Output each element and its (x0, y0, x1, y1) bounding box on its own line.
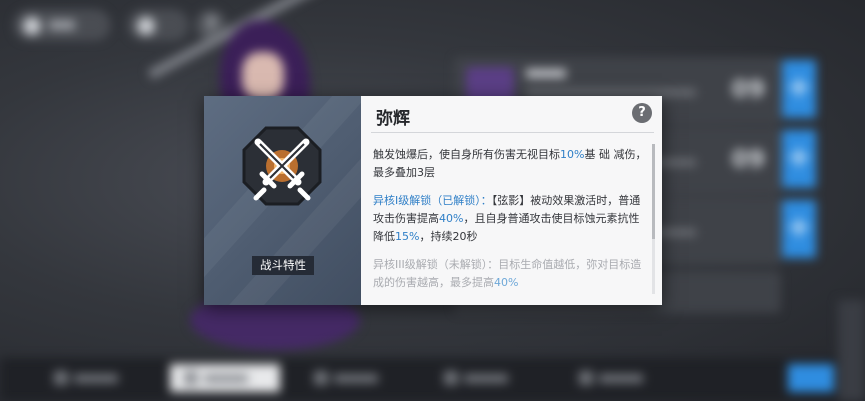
nav-tab-icon (184, 371, 198, 385)
upgrade-button[interactable]: + (782, 200, 816, 258)
text-segment: 触发蚀爆后，使自身所有伤害无视目标 (373, 148, 560, 161)
skill-level: 09 (731, 75, 765, 103)
nav-tab-icon (54, 371, 68, 385)
character-face (242, 52, 284, 100)
nav-tab-4[interactable] (430, 364, 540, 392)
highlight-value: 15% (395, 230, 420, 243)
nav-tab-icon (579, 371, 593, 385)
nav-tab-label (464, 374, 508, 383)
trait-description: 触发蚀爆后，使自身所有伤害无视目标10%基 础 减伤，最多叠加3层 异核I级解锁… (373, 146, 649, 302)
nav-tab-label (204, 374, 248, 383)
home-button[interactable] (128, 10, 188, 40)
home-icon (137, 17, 155, 35)
side-strip (838, 300, 865, 401)
nav-tab-1[interactable] (40, 364, 150, 392)
nav-tab-icon (314, 371, 328, 385)
confirm-button[interactable] (788, 364, 834, 392)
unlock-heading: 异核I级解锁（已解锁）： (373, 194, 492, 207)
back-icon (23, 17, 41, 35)
trait-icon-panel: 战斗特性 (204, 96, 361, 305)
back-button[interactable] (14, 10, 110, 40)
trait-detail-panel: 弥辉 ? 触发蚀爆后，使自身所有伤害无视目标10%基 础 减伤，最多叠加3层 异… (361, 96, 662, 305)
nav-tab-icon (444, 371, 458, 385)
upgrade-button[interactable]: + (782, 60, 816, 118)
highlight-value: 10% (560, 148, 585, 161)
skill-desc (526, 89, 696, 96)
trait-modal: 战斗特性 弥辉 ? 触发蚀爆后，使自身所有伤害无视目标10%基 础 减伤，最多叠… (204, 96, 662, 305)
trait-base-effect: 触发蚀爆后，使自身所有伤害无视目标10%基 础 减伤，最多叠加3层 (373, 146, 649, 182)
crossed-swords-icon (242, 126, 322, 206)
help-icon[interactable]: ? (632, 103, 652, 123)
back-label (49, 20, 75, 30)
trait-unlock-3: 异核III级解锁（未解锁）：目标生命值越低，弥对目标造成的伤害越高，最多提高40… (373, 256, 649, 292)
nav-tab-3[interactable] (300, 364, 410, 392)
text-segment: ，持续20秒 (419, 230, 478, 243)
skill-level: 09 (731, 145, 765, 173)
nav-tab-label (334, 374, 378, 383)
trait-category-label: 战斗特性 (252, 256, 314, 275)
trait-title: 弥辉 (376, 109, 410, 129)
upgrade-button[interactable]: + (782, 130, 816, 188)
nav-tab-label (599, 374, 643, 383)
highlight-value: 40% (494, 276, 519, 289)
title-divider (371, 132, 654, 133)
nav-tab-2[interactable] (170, 364, 280, 392)
highlight-value: 40% (439, 212, 464, 225)
scrollbar-thumb[interactable] (652, 144, 655, 239)
trait-unlock-1: 异核I级解锁（已解锁）：【弦影】被动效果激活时，普通攻击伤害提高40%，且自身普… (373, 192, 649, 246)
nav-tab-label (74, 374, 118, 383)
skill-name (526, 69, 566, 78)
nav-tab-5[interactable] (565, 364, 675, 392)
